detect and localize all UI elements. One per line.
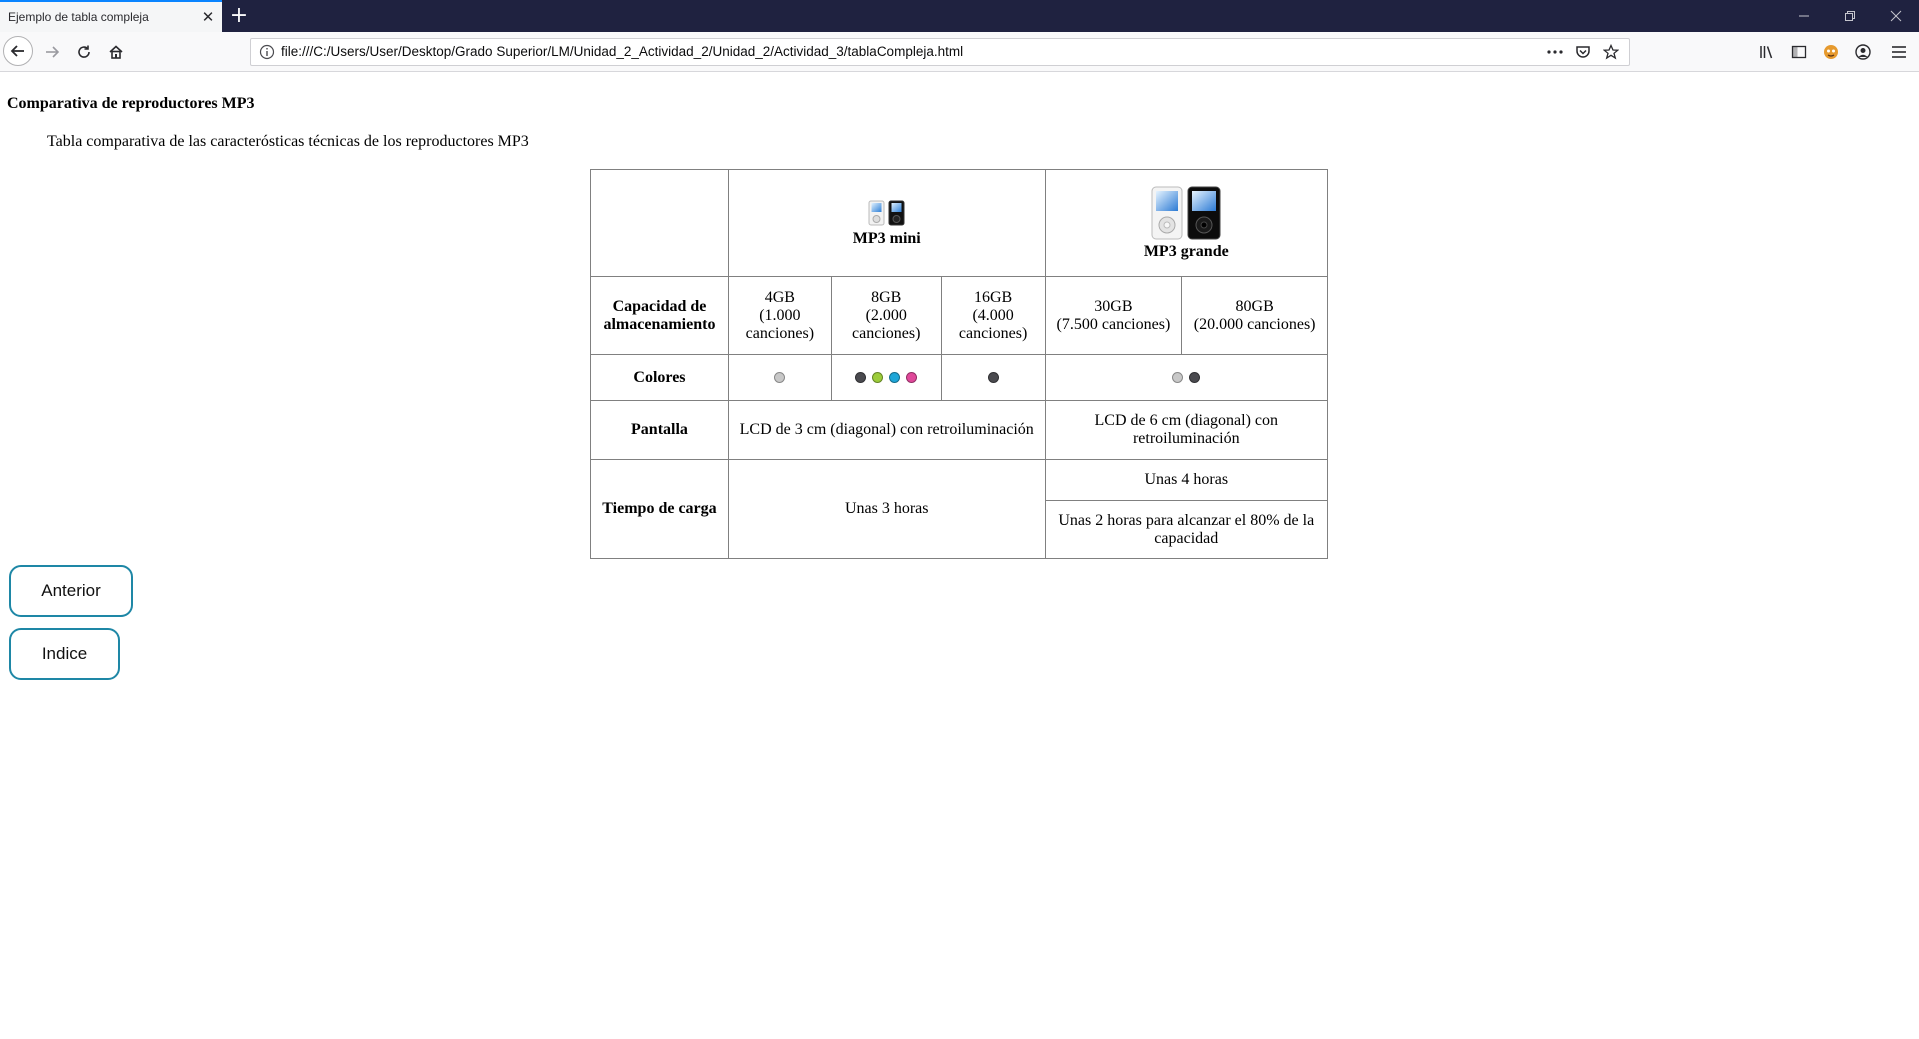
capacity-size: 4GB: [764, 288, 795, 306]
mp3-mini-header: MP3 mini: [727, 169, 1046, 277]
restore-icon[interactable]: [1827, 0, 1873, 32]
screen-grande-cell: LCD de 6 cm (diagonal) con retroiluminac…: [1044, 400, 1329, 460]
account-icon[interactable]: [1847, 36, 1879, 68]
capacity-size: 30GB: [1094, 297, 1133, 315]
capacity-row: Capacidad de almacenamiento 4GB (1.000 ca…: [590, 276, 1328, 355]
capacity-songs: (4.000 canciones): [958, 306, 1028, 342]
mp3-grande-image: [1151, 186, 1221, 240]
sidebar-icon[interactable]: [1783, 36, 1815, 68]
reload-icon[interactable]: [68, 36, 100, 68]
url-text[interactable]: file:///C:/Users/User/Desktop/Grado Supe…: [281, 44, 963, 59]
more-icon[interactable]: [1543, 42, 1567, 62]
close-window-icon[interactable]: [1873, 0, 1919, 32]
table-caption: Tabla comparativa de las caracterósticas…: [47, 133, 529, 150]
charge-grande-full-cell: Unas 4 horas: [1044, 459, 1329, 501]
mp3-mini-label: MP3 mini: [852, 230, 921, 247]
color-swatch: [1189, 372, 1201, 384]
colors-8gb-cell: [830, 354, 942, 401]
capacity-size: 80GB: [1235, 297, 1274, 315]
page-content: Comparativa de reproductores MP3 Tabla c…: [0, 72, 1919, 1039]
info-icon[interactable]: [259, 44, 275, 65]
bookmark-star-icon[interactable]: [1599, 42, 1623, 62]
colors-4gb-cell: [727, 354, 832, 401]
url-bar[interactable]: file:///C:/Users/User/Desktop/Grado Supe…: [250, 38, 1630, 66]
forward-icon[interactable]: [36, 36, 68, 68]
colors-grande-cell: [1044, 354, 1329, 401]
capacity-songs: (7.500 canciones): [1056, 315, 1171, 333]
page-title: Comparativa de reproductores MP3: [7, 95, 255, 112]
capacity-80gb-cell: 80GB (20.000 canciones): [1181, 276, 1328, 355]
colors-row: Colores: [590, 354, 1329, 401]
back-icon[interactable]: [3, 36, 33, 66]
screen-row: Pantalla LCD de 3 cm (diagonal) con retr…: [590, 400, 1329, 460]
color-swatch: [906, 372, 918, 384]
menu-icon[interactable]: [1879, 36, 1919, 68]
charge-row: Tiempo de carga Unas 3 horas Unas 4 hora…: [590, 459, 1329, 559]
tab-title: Ejemplo de tabla compleja: [8, 10, 149, 24]
library-icon[interactable]: [1751, 36, 1783, 68]
color-swatch: [1172, 372, 1184, 384]
capacity-8gb-cell: 8GB (2.000 canciones): [830, 276, 942, 355]
table-header-row: MP3 mini MP3 grande: [590, 169, 1329, 277]
colors-header: Colores: [590, 354, 729, 401]
capacity-size: 16GB: [973, 288, 1013, 306]
tab-active[interactable]: Ejemplo de tabla compleja ✕: [0, 0, 222, 32]
capacity-songs: (20.000 canciones): [1193, 315, 1316, 333]
capacity-songs: (2.000 canciones): [852, 306, 921, 342]
capacity-header: Capacidad de almacenamiento: [590, 276, 729, 355]
screen-header: Pantalla: [590, 400, 729, 460]
window-controls: [1781, 0, 1919, 32]
minimize-icon[interactable]: [1781, 0, 1827, 32]
capacity-songs: (1.000 canciones): [745, 306, 815, 342]
colors-16gb-cell: [940, 354, 1046, 401]
color-swatch: [855, 372, 867, 384]
color-swatch: [774, 372, 786, 384]
color-swatch: [872, 372, 884, 384]
new-tab-icon[interactable]: +: [222, 0, 256, 32]
capacity-4gb-cell: 4GB (1.000 canciones): [727, 276, 832, 355]
pocket-icon[interactable]: [1571, 42, 1595, 62]
extension-icon[interactable]: [1815, 36, 1847, 68]
indice-button[interactable]: Indice: [9, 628, 120, 680]
mp3-grande-label: MP3 grande: [1143, 243, 1229, 260]
color-swatch: [889, 372, 901, 384]
tab-close-icon[interactable]: ✕: [194, 8, 222, 26]
nav-bar: file:///C:/Users/User/Desktop/Grado Supe…: [0, 32, 1919, 72]
screen-mini-cell: LCD de 3 cm (diagonal) con retroiluminac…: [727, 400, 1046, 460]
capacity-16gb-cell: 16GB (4.000 canciones): [940, 276, 1046, 355]
color-swatch: [987, 372, 999, 384]
charge-grande-80-cell: Unas 2 horas para alcanzar el 80% de la …: [1044, 500, 1329, 559]
tab-bar: Ejemplo de tabla compleja ✕ +: [0, 0, 1919, 32]
empty-corner-cell: [590, 169, 729, 277]
charge-mini-cell: Unas 3 horas: [727, 459, 1046, 559]
home-icon[interactable]: [100, 36, 132, 68]
mp3-grande-header: MP3 grande: [1044, 169, 1329, 277]
charge-header: Tiempo de carga: [590, 459, 729, 559]
comparison-table: MP3 mini MP3 grande Capacidad de almacen…: [590, 169, 1329, 559]
capacity-30gb-cell: 30GB (7.500 canciones): [1044, 276, 1183, 355]
anterior-button[interactable]: Anterior: [9, 565, 133, 617]
capacity-size: 8GB: [871, 288, 902, 306]
mp3-mini-image: [868, 200, 905, 226]
